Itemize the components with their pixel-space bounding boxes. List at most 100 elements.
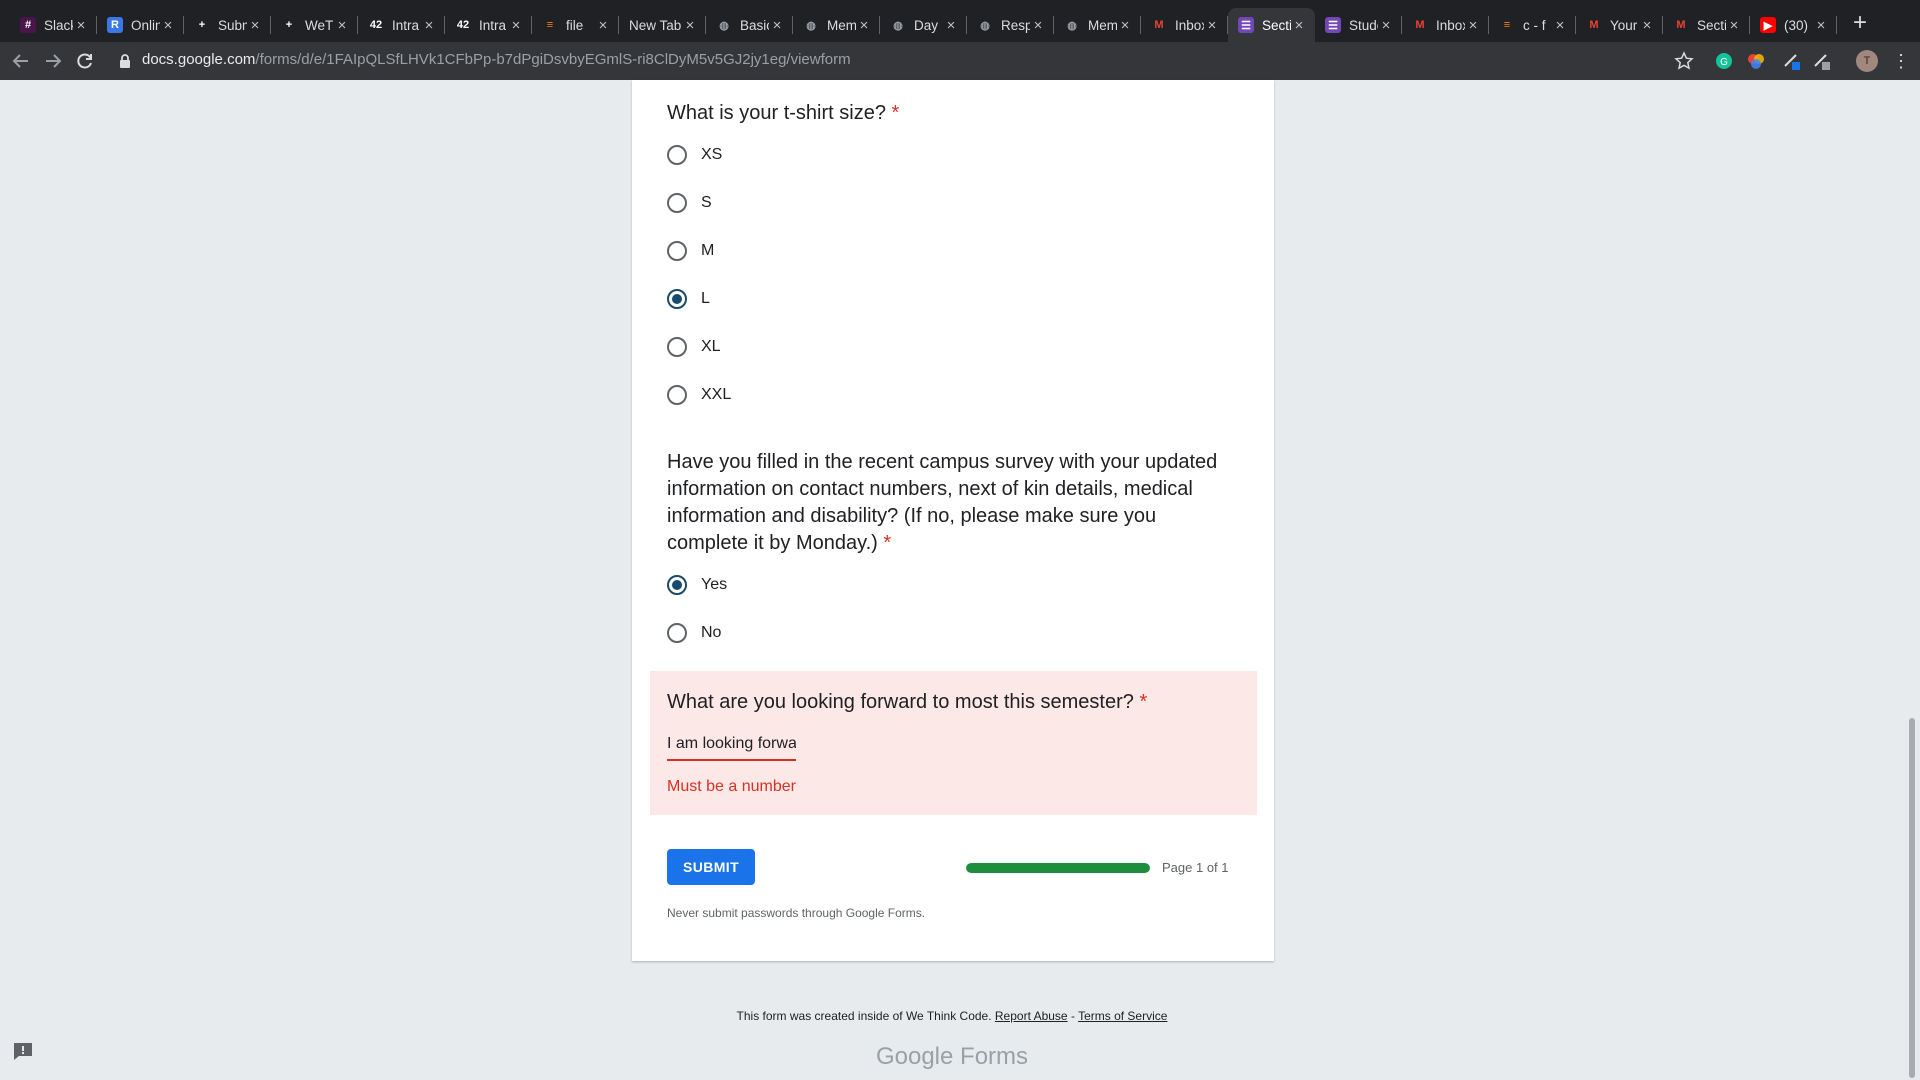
tab-title: Memory xyxy=(1088,17,1117,33)
close-icon[interactable]: × xyxy=(595,17,611,34)
close-icon[interactable]: × xyxy=(943,17,959,34)
close-icon[interactable]: × xyxy=(682,17,698,34)
radio-unchecked-icon[interactable] xyxy=(667,241,687,261)
browser-tab[interactable]: ◍ Memory× xyxy=(1054,8,1141,42)
radio-unchecked-icon[interactable] xyxy=(667,337,687,357)
gmail-icon: M xyxy=(1415,19,1425,31)
browser-tab[interactable]: + Submit× xyxy=(184,8,271,42)
radio-option[interactable]: XXL xyxy=(667,381,731,409)
extension-pen-icon[interactable] xyxy=(1782,51,1802,71)
footer-created-text: This form was created inside of We Think… xyxy=(736,1009,992,1023)
browser-tab[interactable]: ◍ Response× xyxy=(967,8,1054,42)
terms-of-service-link[interactable]: Terms of Service xyxy=(1078,1009,1167,1023)
browser-tab[interactable]: 42 Intra × xyxy=(445,8,532,42)
scrollbar-thumb[interactable] xyxy=(1909,718,1915,1078)
radio-option[interactable]: XS xyxy=(667,141,722,169)
question-text-line: information on contact numbers, next of … xyxy=(667,478,1193,500)
browser-tab[interactable]: ◍ Memory× xyxy=(793,8,880,42)
radio-unchecked-icon[interactable] xyxy=(667,193,687,213)
close-icon[interactable]: × xyxy=(73,17,89,34)
browser-tab[interactable]: ≡ c - f × xyxy=(1489,8,1576,42)
close-icon[interactable]: × xyxy=(1639,17,1655,34)
close-icon[interactable]: × xyxy=(1378,17,1394,34)
browser-tab[interactable]: ◍ Basic× xyxy=(706,8,793,42)
report-abuse-link[interactable]: Report Abuse xyxy=(995,1009,1068,1023)
close-icon[interactable]: × xyxy=(769,17,785,34)
close-icon[interactable]: × xyxy=(421,17,437,34)
browser-tab[interactable]: ◍ Day × xyxy=(880,8,967,42)
browser-tab[interactable]: ☰ Section× xyxy=(1228,8,1315,42)
browser-tab[interactable]: New Tab × xyxy=(619,8,706,42)
back-button[interactable] xyxy=(8,48,34,74)
close-icon[interactable]: × xyxy=(1552,17,1568,34)
profile-avatar[interactable]: T xyxy=(1856,50,1878,72)
radio-unchecked-icon[interactable] xyxy=(667,385,687,405)
globe-icon: ◍ xyxy=(980,19,990,32)
globe-icon: ◍ xyxy=(893,19,903,32)
close-icon[interactable]: × xyxy=(1726,17,1742,34)
radio-option[interactable]: M xyxy=(667,237,714,265)
r-icon: R xyxy=(107,17,123,33)
close-icon[interactable]: × xyxy=(1813,17,1829,34)
url-host: docs.google.com xyxy=(142,51,256,68)
google-forms-logo[interactable]: Google Forms xyxy=(0,1043,1904,1071)
radio-option-label: L xyxy=(701,290,710,307)
radio-option[interactable]: XL xyxy=(667,333,721,361)
browser-tab[interactable]: M Inbox× xyxy=(1141,8,1228,42)
radio-option-label: M xyxy=(701,242,715,259)
radio-option[interactable]: S xyxy=(667,189,712,217)
radio-checked-icon[interactable] xyxy=(667,575,687,595)
browser-tab[interactable]: # Slack× xyxy=(10,8,97,42)
browser-tab[interactable]: ≡ file × xyxy=(532,8,619,42)
submit-button[interactable]: SUBMIT xyxy=(667,849,755,885)
close-icon[interactable]: × xyxy=(1291,17,1307,34)
svg-text:G: G xyxy=(1720,57,1728,68)
address-bar[interactable]: docs.google.com/forms/d/e/1FAIpQLSfLHVk1… xyxy=(142,51,851,68)
radio-option[interactable]: Yes xyxy=(667,571,727,599)
forward-button[interactable] xyxy=(40,48,66,74)
tab-title: Slack xyxy=(44,17,73,33)
browser-tab[interactable]: R Online× xyxy=(97,8,184,42)
tab-title: (30) xyxy=(1784,17,1809,33)
close-icon[interactable]: × xyxy=(1030,17,1046,34)
close-icon[interactable]: × xyxy=(160,17,176,34)
browser-tab[interactable]: 42 Intra × xyxy=(358,8,445,42)
plus-icon: + xyxy=(285,19,293,31)
browser-tab[interactable]: M Section× xyxy=(1663,8,1750,42)
required-asterisk: * xyxy=(1139,691,1148,713)
forms-icon: ☰ xyxy=(1325,17,1341,33)
radio-checked-icon[interactable] xyxy=(667,289,687,309)
star-icon[interactable] xyxy=(1674,51,1694,71)
reload-button[interactable] xyxy=(72,48,98,74)
semester-answer-input[interactable]: I am looking forwa xyxy=(667,735,796,761)
radio-option-label: Yes xyxy=(701,576,728,593)
close-icon[interactable]: × xyxy=(334,17,350,34)
plus-icon: + xyxy=(198,19,206,31)
radio-unchecked-icon[interactable] xyxy=(667,145,687,165)
close-icon[interactable]: × xyxy=(856,17,872,34)
extension-edit-icon[interactable] xyxy=(1812,51,1832,71)
radio-option[interactable]: L xyxy=(667,285,710,313)
close-icon[interactable]: × xyxy=(1117,17,1133,34)
question-semester-error-box: What are you looking forward to most thi… xyxy=(650,671,1257,815)
browser-tab[interactable]: + WeThink× xyxy=(271,8,358,42)
radio-option[interactable]: No xyxy=(667,619,721,647)
radio-unchecked-icon[interactable] xyxy=(667,623,687,643)
gmail-icon: M xyxy=(1676,19,1686,31)
close-icon[interactable]: × xyxy=(1465,17,1481,34)
question-text-line: information and disability? (If no, plea… xyxy=(667,505,1157,527)
feedback-icon[interactable] xyxy=(12,1041,34,1061)
tab-title: Intra xyxy=(479,17,507,33)
tab-title: Intra xyxy=(392,17,420,33)
close-icon[interactable]: × xyxy=(247,17,263,34)
extension-color-icon[interactable] xyxy=(1746,51,1766,71)
browser-menu-button[interactable]: ⋮ xyxy=(1892,50,1910,72)
new-tab-button[interactable]: + xyxy=(1846,10,1874,38)
extension-grammarly-icon[interactable]: G xyxy=(1714,51,1734,71)
browser-tab[interactable]: M Inbox× xyxy=(1402,8,1489,42)
close-icon[interactable]: × xyxy=(1204,17,1220,34)
browser-tab[interactable]: ▶ (30) × xyxy=(1750,8,1837,42)
browser-tab[interactable]: ☰ Student× xyxy=(1315,8,1402,42)
browser-tab[interactable]: M Your × xyxy=(1576,8,1663,42)
close-icon[interactable]: × xyxy=(508,17,524,34)
